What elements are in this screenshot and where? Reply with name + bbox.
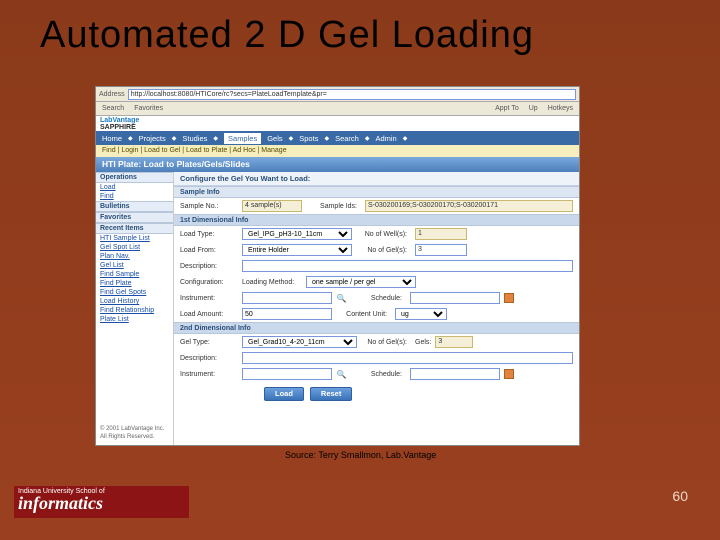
sample-no-field: 4 sample(s) — [242, 200, 302, 212]
instrument-input[interactable] — [242, 292, 332, 304]
content-unit-label: Content Unit: — [336, 311, 391, 318]
list-item[interactable]: Find Gel Spots — [96, 288, 173, 297]
toolbar-appto[interactable]: Appt To — [495, 105, 519, 112]
sidebar: Operations Load Find Bulletins Favorites… — [96, 172, 174, 445]
list-item[interactable]: HTI Sample List — [96, 234, 173, 243]
iu-logo: Indiana University School of informatics — [14, 486, 189, 518]
instrument2-input[interactable] — [242, 368, 332, 380]
source-caption: Source: Terry Smallmon, Lab.Vantage — [285, 450, 436, 460]
slide-title: Automated 2 D Gel Loading — [0, 0, 720, 67]
copyright: © 2001 LabVantage Inc. All Rights Reserv… — [96, 421, 173, 445]
load-amount-input[interactable] — [242, 308, 332, 320]
load-from-label: Load From: — [180, 247, 238, 254]
toolbar-up[interactable]: Up — [529, 105, 538, 112]
nav-gels[interactable]: Gels — [267, 134, 282, 143]
no-gels-label: No of Gel(s): — [356, 247, 411, 254]
list-item[interactable]: Load History — [96, 297, 173, 306]
gels-label: Gels: — [415, 339, 431, 346]
reset-button[interactable]: Reset — [310, 387, 352, 401]
calendar-icon[interactable] — [504, 293, 514, 303]
schedule-input[interactable] — [410, 292, 500, 304]
dim2-header: 2nd Dimensional Info — [174, 322, 579, 334]
list-item[interactable]: Find Sample — [96, 270, 173, 279]
gels-field: 3 — [435, 336, 473, 348]
calendar-icon[interactable] — [504, 369, 514, 379]
sidebar-load-link[interactable]: Load — [96, 183, 173, 192]
nav-admin[interactable]: Admin — [375, 134, 396, 143]
no-gels-field[interactable]: 3 — [415, 244, 467, 256]
toolbar-hotkeys[interactable]: Hotkeys — [548, 105, 573, 112]
search-icon[interactable]: 🔍 — [336, 369, 347, 380]
configuration-label: Configuration: — [180, 279, 238, 286]
list-item[interactable]: Gel Spot List — [96, 243, 173, 252]
loading-method-label: Loading Method: — [242, 279, 302, 286]
nav-spots[interactable]: Spots — [299, 134, 318, 143]
nav-search[interactable]: Search — [335, 134, 359, 143]
sample-ids-field: S-030200169;S-030200170;S-030200171 — [365, 200, 573, 212]
no-wells-label: No of Well(s): — [356, 231, 411, 238]
gel-type-label: Gel Type: — [180, 339, 238, 346]
nav-studies[interactable]: Studies — [182, 134, 207, 143]
list-item[interactable]: Gel List — [96, 261, 173, 270]
address-label: Address — [99, 91, 125, 98]
configure-header: Configure the Gel You Want to Load: — [174, 172, 579, 186]
schedule2-input[interactable] — [410, 368, 500, 380]
toolbar-search[interactable]: Search — [102, 105, 124, 112]
description-label: Description: — [180, 263, 238, 270]
schedule-label: Schedule: — [351, 295, 406, 302]
dim1-header: 1st Dimensional Info — [174, 214, 579, 226]
no-gels2-label: No of Gel(s): — [361, 339, 411, 346]
instrument2-label: Instrument: — [180, 371, 238, 378]
search-icon[interactable]: 🔍 — [336, 293, 347, 304]
sidebar-recent-header: Recent Items — [96, 223, 173, 234]
content-unit-select[interactable]: ug — [395, 308, 447, 320]
sidebar-find-link[interactable]: Find — [96, 192, 173, 201]
no-wells-field: 1 — [415, 228, 467, 240]
sidebar-bulletins-header: Bulletins — [96, 201, 173, 212]
description2-label: Description: — [180, 355, 238, 362]
browser-toolbar: Search Favorites Appt To Up Hotkeys — [96, 102, 579, 116]
primary-nav: Home◆ Projects◆ Studies◆ Samples Gels◆ S… — [96, 131, 579, 145]
address-input[interactable]: http://localhost:8080/HTICore/rc?secs=Pl… — [128, 89, 576, 100]
sample-ids-label: Sample Ids: — [306, 203, 361, 210]
browser-address-bar: Address http://localhost:8080/HTICore/rc… — [96, 87, 579, 102]
logo-row: LabVantage SAPPHIRE — [96, 116, 579, 131]
loading-method-select[interactable]: one sample / per gel — [306, 276, 416, 288]
load-type-select[interactable]: Gel_IPG_pH3-10_11cm — [242, 228, 352, 240]
app-screenshot: Address http://localhost:8080/HTICore/rc… — [95, 86, 580, 446]
load-amount-label: Load Amount: — [180, 311, 238, 318]
sidebar-favorites-header: Favorites — [96, 212, 173, 223]
subnav[interactable]: Find | Login | Load to Gel | Load to Pla… — [96, 145, 579, 157]
description2-input[interactable] — [242, 352, 573, 364]
instrument-label: Instrument: — [180, 295, 238, 302]
sidebar-operations-header: Operations — [96, 172, 173, 183]
list-item[interactable]: Plan Nav. — [96, 252, 173, 261]
nav-samples[interactable]: Samples — [224, 133, 261, 144]
list-item[interactable]: Plate List — [96, 315, 173, 324]
nav-projects[interactable]: Projects — [139, 134, 166, 143]
labvantage-logo: LabVantage SAPPHIRE — [100, 117, 139, 131]
toolbar-favorites[interactable]: Favorites — [134, 105, 163, 112]
list-item[interactable]: Find Plate — [96, 279, 173, 288]
main-panel: Configure the Gel You Want to Load: Samp… — [174, 172, 579, 445]
sample-no-label: Sample No.: — [180, 203, 238, 210]
description-input[interactable] — [242, 260, 573, 272]
nav-home[interactable]: Home — [102, 134, 122, 143]
load-button[interactable]: Load — [264, 387, 304, 401]
load-type-label: Load Type: — [180, 231, 238, 238]
list-item[interactable]: Find Relationship — [96, 306, 173, 315]
gel-type-select[interactable]: Gel_Grad10_4-20_11cm — [242, 336, 357, 348]
page-number: 60 — [672, 488, 688, 504]
load-from-select[interactable]: Entire Holder — [242, 244, 352, 256]
page-title: HTI Plate: Load to Plates/Gels/Slides — [96, 157, 579, 172]
sample-info-header: Sample Info — [174, 186, 579, 198]
schedule2-label: Schedule: — [351, 371, 406, 378]
